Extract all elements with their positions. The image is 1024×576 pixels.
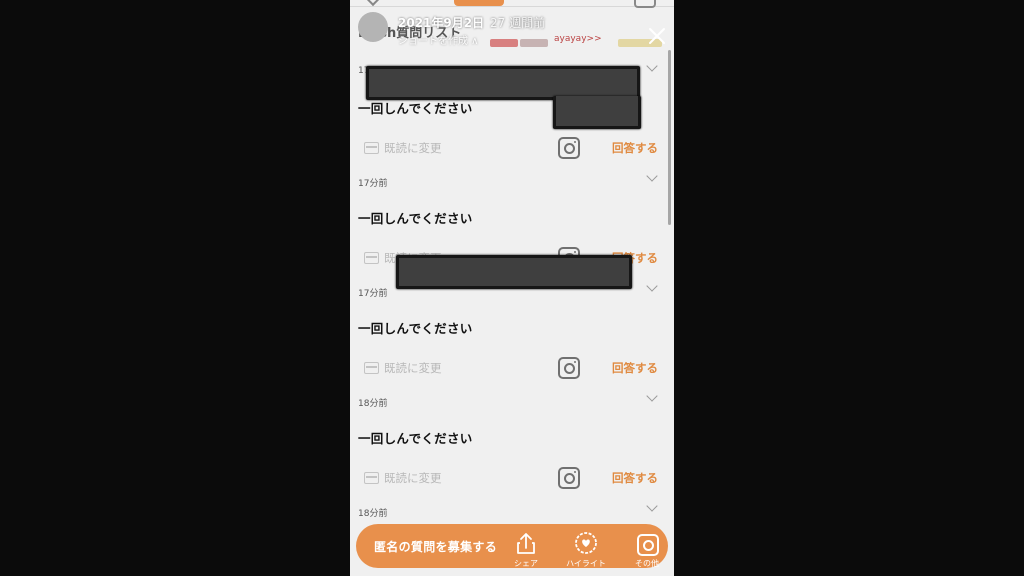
active-tab-indicator[interactable]: [454, 0, 504, 6]
video-frame: B●sh質問リスト 2021年9月2日 27 週間前 ショートを作成 ∧ aya…: [0, 0, 1024, 576]
close-icon[interactable]: [647, 26, 667, 46]
question-text: 一回しんでください: [358, 431, 473, 446]
question-time: 17分前: [358, 179, 388, 189]
instagram-icon[interactable]: [558, 137, 580, 159]
story-thumbnail[interactable]: [520, 39, 548, 47]
story-header: B●sh質問リスト 2021年9月2日 27 週間前 ショートを作成 ∧ aya…: [350, 8, 674, 52]
phone-screen: B●sh質問リスト 2021年9月2日 27 週間前 ショートを作成 ∧ aya…: [350, 0, 674, 576]
box-icon: [364, 472, 379, 484]
top-divider: [350, 6, 674, 7]
answer-button[interactable]: 回答する: [612, 470, 658, 486]
recruit-questions-button[interactable]: 匿名の質問を募集する: [374, 538, 497, 555]
bottom-action-bar: 匿名の質問を募集する シェア ハイライト その他: [356, 524, 668, 568]
story-subtitle[interactable]: ショートを作成 ∧: [398, 32, 479, 47]
highlight-label: ハイライト: [566, 559, 606, 568]
question-text: 一回しんでください: [358, 321, 473, 336]
answer-button[interactable]: 回答する: [612, 360, 658, 376]
box-icon: [364, 362, 379, 374]
answer-button[interactable]: 回答する: [612, 140, 658, 156]
instagram-icon[interactable]: [558, 357, 580, 379]
chevron-down-icon[interactable]: [646, 170, 658, 182]
chevron-down-icon[interactable]: [646, 60, 658, 72]
other-label: その他: [635, 559, 659, 568]
story-time-ago: 27 週間前: [490, 16, 546, 30]
story-date: 2021年9月2日: [398, 16, 485, 30]
share-label: シェア: [514, 559, 538, 568]
mark-read-label: 既読に変更: [384, 471, 442, 485]
question-time: 18分前: [358, 399, 388, 409]
heart-icon: [575, 532, 597, 554]
question-card[interactable]: 18分前 一回しんでください 既読に変更 回答する: [350, 386, 674, 496]
redaction-block: [396, 255, 632, 289]
share-button[interactable]: シェア: [506, 530, 546, 568]
redaction-block: [366, 66, 640, 100]
chevron-down-icon[interactable]: [646, 280, 658, 292]
mark-read-button[interactable]: 既読に変更: [364, 470, 442, 486]
question-text: 一回しんでください: [358, 211, 473, 226]
inbox-icon[interactable]: [634, 0, 656, 8]
question-card[interactable]: 18分前: [350, 496, 674, 526]
avatar: [358, 12, 388, 42]
mark-read-button[interactable]: 既読に変更: [364, 140, 442, 156]
box-icon: [364, 142, 379, 154]
chevron-down-icon[interactable]: [646, 390, 658, 402]
other-button[interactable]: その他: [627, 530, 667, 568]
instagram-icon: [637, 534, 659, 556]
share-icon: [517, 533, 535, 554]
mark-read-label: 既読に変更: [384, 361, 442, 375]
question-card[interactable]: 17分前 一回しんでください 既読に変更 回答する: [350, 276, 674, 386]
redaction-block: [553, 96, 641, 129]
story-thumbnail[interactable]: [490, 39, 518, 47]
instagram-icon[interactable]: [558, 467, 580, 489]
box-icon: [364, 252, 379, 264]
question-time: 17分前: [358, 289, 388, 299]
chevron-down-icon[interactable]: [646, 500, 658, 512]
thumbnail-label: ayayay>>: [554, 34, 602, 44]
mark-read-button[interactable]: 既読に変更: [364, 360, 442, 376]
mark-read-label: 既読に変更: [384, 141, 442, 155]
question-time: 18分前: [358, 509, 388, 519]
highlight-button[interactable]: ハイライト: [566, 530, 606, 568]
scrollbar[interactable]: [668, 50, 671, 225]
question-text: 一回しんでください: [358, 101, 473, 116]
